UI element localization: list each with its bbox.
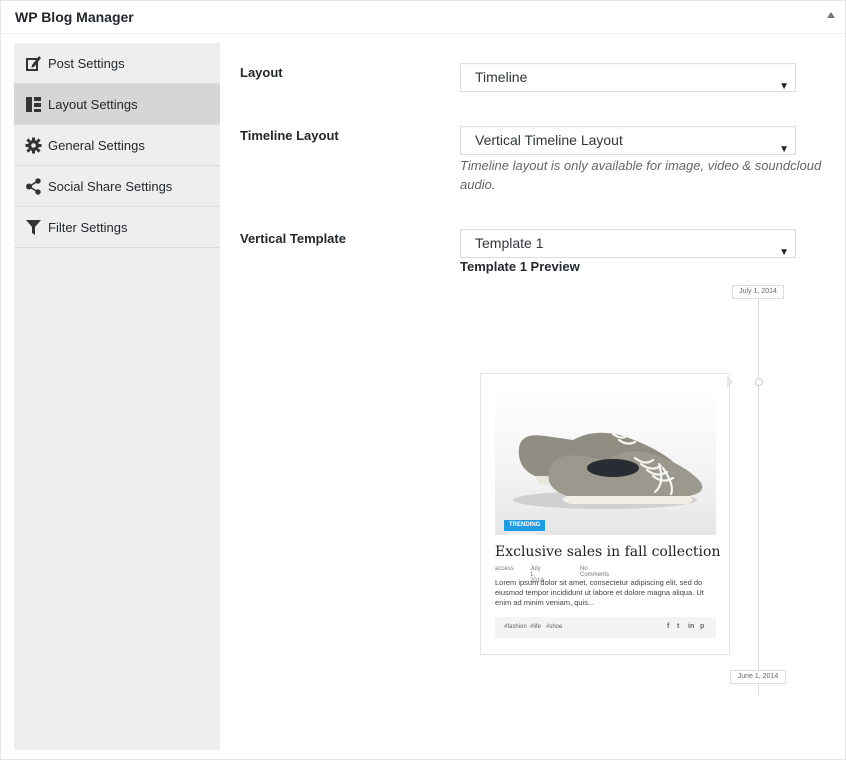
sidebar-item-social-share-settings[interactable]: Social Share Settings	[14, 166, 220, 207]
sidebar-item-label: Post Settings	[48, 55, 125, 71]
vertical-template-select[interactable]: Template 1 ▼	[460, 229, 796, 258]
post-title: Exclusive sales in fall collection	[495, 544, 721, 560]
timeline-date-bottom: June 1, 2014	[730, 670, 786, 684]
panel-title: WP Blog Manager	[15, 9, 134, 25]
post-tag: #fashion	[504, 624, 527, 630]
layout-select[interactable]: Timeline ▼	[460, 63, 796, 92]
chevron-down-icon: ▼	[779, 81, 789, 92]
timeline-date-top: July 1, 2014	[732, 285, 784, 299]
shoe-illustration	[513, 432, 703, 509]
timeline-dot	[755, 378, 763, 386]
sidebar-item-label: Layout Settings	[48, 96, 138, 112]
edit-icon	[25, 55, 42, 72]
card-pointer	[727, 376, 733, 388]
layout-label: Layout	[240, 65, 283, 80]
panel-header: WP Blog Manager	[1, 1, 845, 34]
post-footer	[495, 617, 716, 638]
timeline-layout-label: Timeline Layout	[240, 128, 339, 143]
share-icon	[25, 177, 42, 195]
post-featured-image	[495, 388, 716, 535]
filter-icon	[25, 219, 42, 236]
post-author: access	[495, 566, 514, 572]
layout-select-value: Timeline	[475, 69, 528, 85]
twitter-icon: t	[677, 623, 680, 630]
timeline-layout-select-value: Vertical Timeline Layout	[475, 132, 623, 148]
timeline-layout-note: Timeline layout is only available for im…	[460, 158, 822, 192]
pinterest-icon: p	[700, 623, 705, 630]
settings-sidebar: Post Settings Layout Settings General Se…	[14, 43, 220, 750]
sidebar-item-filter-settings[interactable]: Filter Settings	[14, 207, 220, 248]
linkedin-icon: in	[688, 623, 695, 630]
post-comments: No Comments	[580, 566, 610, 578]
sidebar-item-post-settings[interactable]: Post Settings	[14, 43, 220, 84]
sidebar-item-label: Social Share Settings	[48, 178, 173, 194]
vertical-template-select-value: Template 1	[475, 235, 544, 251]
collapse-toggle-icon[interactable]	[827, 12, 835, 18]
vertical-template-label: Vertical Template	[240, 231, 346, 246]
facebook-icon: f	[667, 623, 670, 630]
sidebar-item-label: General Settings	[48, 137, 145, 153]
template-preview-label: Template 1 Preview	[460, 259, 580, 274]
post-tag: #shoe	[546, 624, 563, 630]
timeline-line	[758, 299, 759, 695]
post-tag: #life	[530, 624, 542, 630]
sidebar-item-label: Filter Settings	[48, 219, 128, 235]
chevron-down-icon: ▼	[779, 247, 789, 258]
sidebar-item-layout-settings[interactable]: Layout Settings	[14, 84, 220, 125]
sidebar-item-general-settings[interactable]: General Settings	[14, 125, 220, 166]
layout-icon	[25, 96, 42, 113]
post-excerpt: Lorem ipsum dolor sit amet, consectetur …	[495, 578, 704, 607]
category-badge: TRENDING FASHION	[504, 520, 546, 539]
gear-icon	[25, 137, 42, 154]
timeline-layout-select[interactable]: Vertical Timeline Layout ▼	[460, 126, 796, 155]
